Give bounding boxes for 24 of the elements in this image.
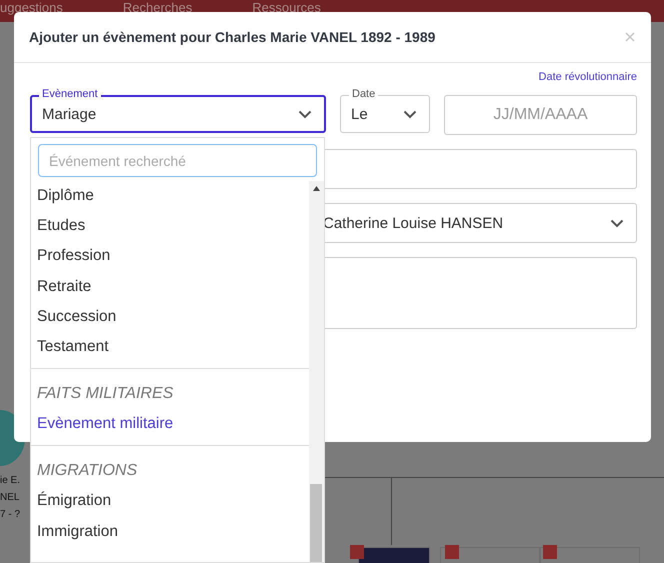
- scrollbar-thumb[interactable]: [310, 484, 322, 562]
- scrollbar[interactable]: [309, 181, 324, 562]
- dropdown-option[interactable]: Evènement militaire: [31, 409, 309, 440]
- person-label: 7 - ?: [0, 508, 20, 522]
- scroll-up-icon[interactable]: [313, 186, 320, 191]
- chevron-down-icon[interactable]: [298, 110, 312, 118]
- group-heading: FAITS MILITAIRES: [36, 384, 174, 404]
- chevron-down-icon[interactable]: [403, 110, 417, 118]
- dropdown-option[interactable]: Immigration: [31, 516, 309, 547]
- person-label: NEL: [0, 491, 20, 505]
- dropdown-option[interactable]: Profession: [31, 241, 309, 272]
- date-input[interactable]: JJ/MM/AAAA: [444, 95, 637, 135]
- dropdown-option[interactable]: Etudes: [31, 211, 309, 242]
- dialog-title: Ajouter un évènement pour Charles Marie VANEL 1892 - 1989: [29, 29, 436, 45]
- close-icon[interactable]: [625, 32, 635, 42]
- search-field[interactable]: Événement recherché: [38, 144, 317, 177]
- dropdown-option[interactable]: Émigration: [31, 486, 309, 517]
- dropdown-option[interactable]: Retraite: [31, 272, 309, 302]
- group-heading: MIGRATIONS: [36, 461, 138, 482]
- chevron-down-icon[interactable]: [610, 218, 624, 228]
- person-label: ie E.: [0, 474, 20, 488]
- revolutionary-date-link[interactable]: Date révolutionnaire: [538, 71, 637, 91]
- dropdown-option[interactable]: Testament: [31, 332, 309, 362]
- dropdown-option[interactable]: Succession: [31, 302, 309, 332]
